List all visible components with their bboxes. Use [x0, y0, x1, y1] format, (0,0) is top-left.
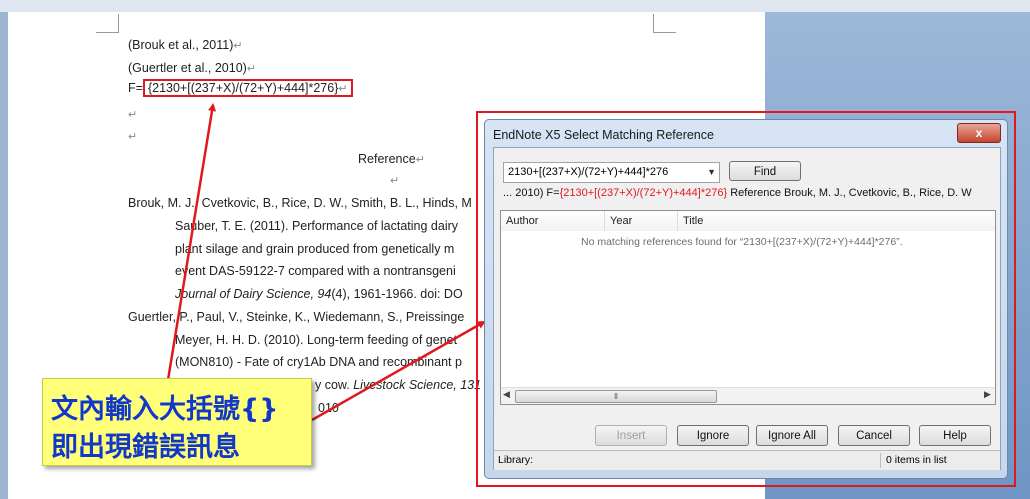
column-header-year[interactable]: Year [605, 211, 678, 231]
help-button[interactable]: Help [919, 425, 991, 446]
column-header-author[interactable]: Author [501, 211, 605, 231]
dialog-button-row: Insert Ignore Ignore All Cancel Help [494, 425, 1000, 447]
no-match-message: No matching references found for “2130+[… [581, 236, 903, 248]
results-list[interactable]: Author Year Title No matching references… [500, 210, 996, 405]
insert-button[interactable]: Insert [595, 425, 667, 446]
search-combobox[interactable]: 2130+[(237+X)/(72+Y)+444]*276 ▼ [503, 162, 720, 183]
dialog-title: EndNote X5 Select Matching Reference [493, 128, 714, 142]
ignore-button[interactable]: Ignore [677, 425, 749, 446]
scrollbar-thumb[interactable]: ⦀ [515, 390, 717, 403]
chevron-down-icon[interactable]: ▼ [707, 163, 716, 182]
scroll-left-icon[interactable]: ◀ [503, 389, 510, 400]
cancel-button[interactable]: Cancel [838, 425, 910, 446]
arrow-to-formula [166, 103, 216, 381]
dialog-client-area: 2130+[(237+X)/(72+Y)+444]*276 ▼ Find ...… [493, 147, 1001, 470]
status-library: Library: [498, 454, 534, 466]
status-divider [880, 453, 881, 468]
status-item-count: 0 items in list [886, 454, 947, 466]
callout-line-1: 文內輸入大括號{} [51, 394, 279, 425]
horizontal-scrollbar[interactable]: ◀ ⦀ ▶ [501, 387, 995, 404]
close-button[interactable]: x [957, 123, 1001, 143]
callout-line-2: 即出現錯誤訊息 [51, 432, 240, 463]
column-header-title[interactable]: Title [678, 211, 995, 231]
search-value: 2130+[(237+X)/(72+Y)+444]*276 [508, 166, 669, 178]
find-button[interactable]: Find [729, 161, 801, 181]
scroll-right-icon[interactable]: ▶ [984, 389, 991, 400]
status-bar: Library: 0 items in list [494, 450, 1000, 470]
callout-note: 文內輸入大括號{} 即出現錯誤訊息 [42, 378, 312, 466]
citation-context: ... 2010) F={2130+[(237+X)/(72+Y)+444]*2… [503, 187, 972, 199]
endnote-select-reference-dialog[interactable]: EndNote X5 Select Matching Reference x 2… [484, 119, 1008, 479]
arrow-to-dialog [311, 320, 486, 422]
ignore-all-button[interactable]: Ignore All [756, 425, 828, 446]
